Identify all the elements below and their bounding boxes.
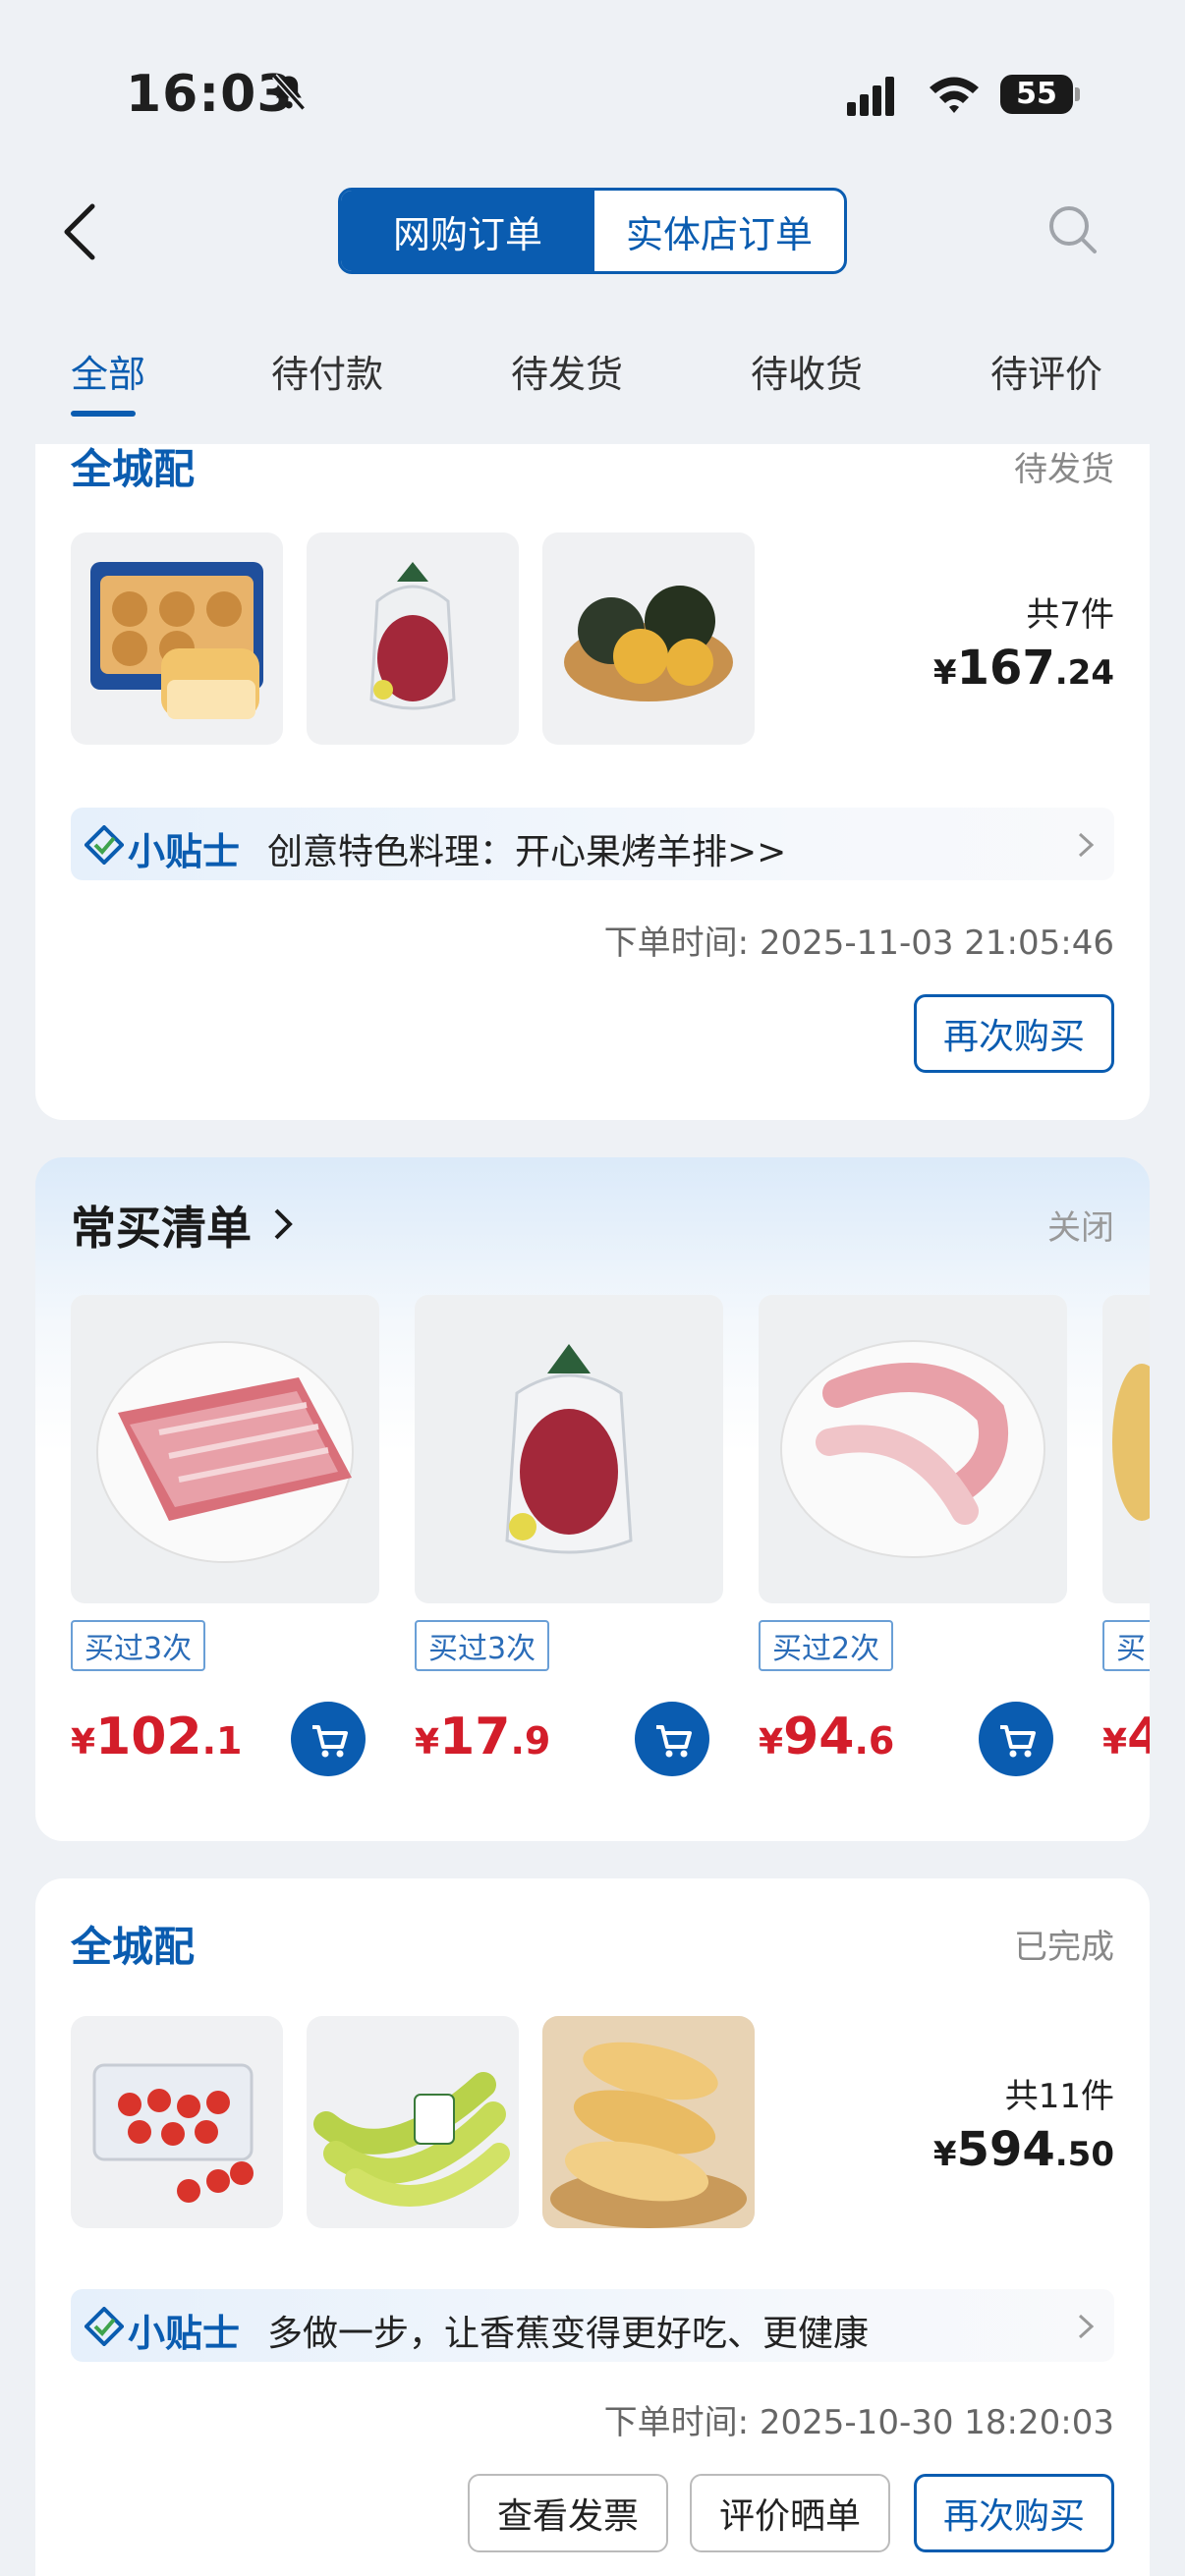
frequent-item[interactable] — [759, 1295, 1069, 1619]
product-image-pork-ribs[interactable] — [71, 1295, 379, 1603]
back-arrow-icon[interactable] — [53, 193, 112, 271]
product-thumbnail-corn[interactable] — [542, 2016, 755, 2228]
order-card[interactable]: 全城配 已完成 共11件 ¥594.50 小贴士 多做一步，让香蕉变得更好吃、更… — [35, 1878, 1150, 2576]
order-status-tabs: 全部 待付款 待发货 待收货 待评价 — [0, 334, 1185, 442]
add-to-cart-button[interactable] — [635, 1702, 709, 1776]
product-thumbnail-tomatoes[interactable] — [71, 2016, 283, 2228]
cart-icon — [1000, 1725, 1036, 1758]
tab-pending-shipment[interactable]: 待发货 — [511, 344, 623, 398]
buy-again-button[interactable]: 再次购买 — [914, 2474, 1114, 2552]
frequent-list-card: 常买清单 关闭 买过3次 ¥102.1 买过3次 ¥17.9 买过2次 ¥94.… — [35, 1157, 1150, 1841]
frequent-item[interactable] — [71, 1295, 381, 1619]
product-image-pork-belly[interactable] — [759, 1295, 1067, 1603]
product-image-sweet-potato[interactable] — [415, 1295, 723, 1603]
product-thumbnail-bread[interactable] — [71, 532, 283, 745]
diamond-check-icon — [85, 2307, 124, 2346]
tab-pending-payment[interactable]: 待付款 — [271, 344, 383, 398]
store-orders-tab[interactable]: 实体店订单 — [594, 191, 844, 271]
frequent-item[interactable] — [415, 1295, 725, 1619]
cart-icon — [656, 1725, 692, 1758]
wifi-icon — [930, 77, 979, 113]
tab-pending-receipt[interactable]: 待收货 — [751, 344, 863, 398]
status-bar: 16:03 55 — [0, 0, 1185, 187]
tip-label: 小贴士 — [128, 2312, 241, 2355]
battery-icon: 55 — [1000, 75, 1080, 114]
delivery-channel: 全城配 — [71, 445, 196, 493]
battery-level: 55 — [1016, 77, 1057, 111]
tip-label: 小贴士 — [128, 830, 241, 873]
product-price: ¥17.9 — [415, 1708, 551, 1766]
product-price: ¥102.1 — [71, 1708, 243, 1766]
review-button[interactable]: 评价晒单 — [690, 2474, 890, 2552]
chevron-right-icon — [1078, 2314, 1095, 2339]
chevron-right-icon[interactable] — [271, 1204, 295, 1244]
product-thumbnail-sweet-potato[interactable] — [307, 532, 519, 745]
frequent-list-title[interactable]: 常买清单 — [71, 1193, 252, 1258]
chevron-right-icon — [1078, 832, 1095, 858]
search-icon[interactable] — [1045, 202, 1100, 257]
cart-icon — [312, 1725, 348, 1758]
product-image-corn[interactable] — [1102, 1295, 1150, 1603]
order-total: ¥167.24 — [932, 641, 1114, 696]
order-card[interactable]: 全城配 待发货 共7件 ¥167.24 小贴士 创意特色料理：开心果烤羊排>> … — [35, 444, 1150, 1120]
order-type-switch: 网购订单 实体店订单 — [338, 188, 847, 274]
tip-banner[interactable]: 小贴士 创意特色料理：开心果烤羊排>> — [71, 808, 1114, 880]
tab-all[interactable]: 全部 — [71, 344, 145, 398]
delivery-channel: 全城配 — [71, 1923, 196, 1971]
item-count: 共11件 — [1004, 2077, 1114, 2116]
product-thumbnail-bananas[interactable] — [307, 2016, 519, 2228]
cellular-signal-icon — [847, 77, 894, 116]
item-count: 共7件 — [1026, 595, 1114, 635]
tip-text: 多做一步，让香蕉变得更好吃、更健康 — [267, 2314, 870, 2354]
buy-again-button[interactable]: 再次购买 — [914, 994, 1114, 1073]
order-status: 待发货 — [1014, 450, 1114, 489]
purchase-count-badge: 买 — [1102, 1620, 1150, 1671]
online-orders-tab[interactable]: 网购订单 — [341, 191, 594, 271]
order-status: 已完成 — [1014, 1928, 1114, 1967]
product-thumbnail-pumpkin[interactable] — [542, 532, 755, 745]
order-total: ¥594.50 — [932, 2122, 1114, 2177]
tab-pending-review[interactable]: 待评价 — [990, 344, 1102, 398]
frequent-item-partial[interactable]: 买 ¥4 — [1102, 1157, 1150, 1841]
order-time: 下单时间: 2025-11-03 21:05:46 — [603, 924, 1114, 963]
bell-muted-icon — [271, 74, 307, 111]
add-to-cart-button[interactable] — [979, 1702, 1053, 1776]
product-price: ¥4 — [1102, 1708, 1150, 1766]
add-to-cart-button[interactable] — [291, 1702, 366, 1776]
active-tab-indicator — [71, 411, 136, 417]
order-time: 下单时间: 2025-10-30 18:20:03 — [603, 2403, 1114, 2442]
tip-banner[interactable]: 小贴士 多做一步，让香蕉变得更好吃、更健康 — [71, 2289, 1114, 2362]
tip-text: 创意特色料理：开心果烤羊排>> — [267, 832, 787, 872]
diamond-check-icon — [85, 825, 124, 865]
purchase-count-badge: 买过2次 — [759, 1620, 894, 1671]
purchase-count-badge: 买过3次 — [415, 1620, 550, 1671]
product-price: ¥94.6 — [759, 1708, 895, 1766]
purchase-count-badge: 买过3次 — [71, 1620, 206, 1671]
view-invoice-button[interactable]: 查看发票 — [468, 2474, 668, 2552]
